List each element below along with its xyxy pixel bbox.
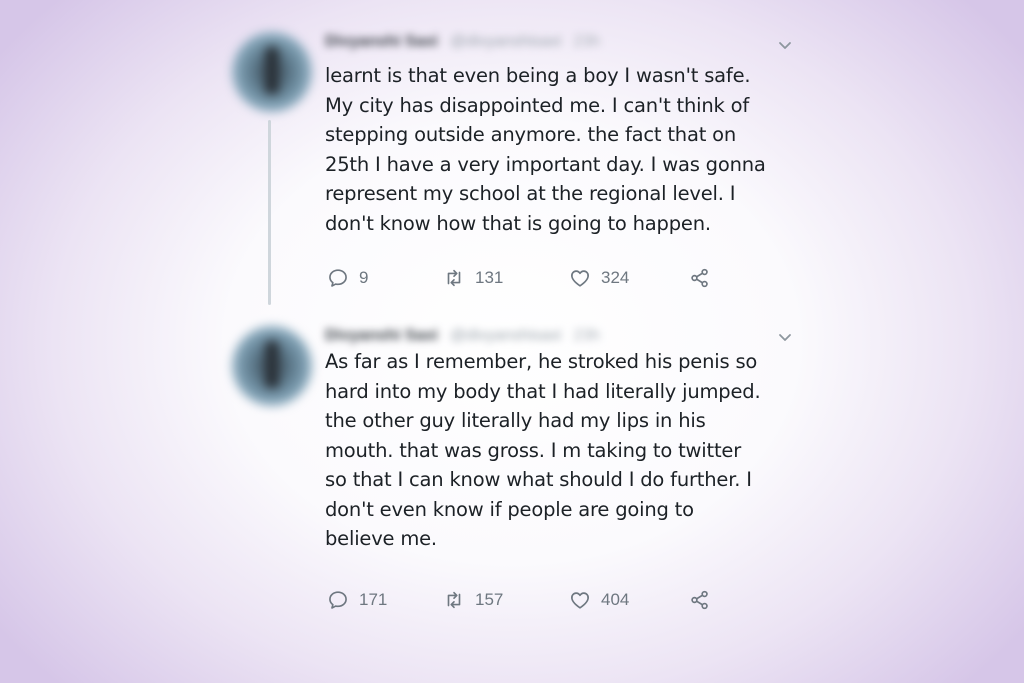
- retweet-button[interactable]: 131: [443, 263, 503, 293]
- heart-icon: [569, 589, 591, 611]
- reply-count: 171: [359, 590, 388, 609]
- share-button[interactable]: [689, 263, 711, 293]
- reply-button[interactable]: 9: [327, 263, 368, 293]
- like-count: 404: [601, 590, 630, 609]
- retweet-icon: [443, 267, 465, 289]
- avatar[interactable]: [232, 32, 312, 112]
- share-icon: [689, 267, 711, 289]
- share-icon: [689, 589, 711, 611]
- heart-icon: [569, 267, 591, 289]
- chevron-down-icon[interactable]: [776, 36, 794, 54]
- tweet-thread: Divyanshi Saxi @divyanshisaxi 23h learnt…: [0, 0, 1024, 683]
- author-handle[interactable]: @divyanshisaxi: [450, 33, 561, 51]
- avatar-figure: [265, 340, 279, 388]
- retweet-icon: [443, 589, 465, 611]
- author-handle[interactable]: @divyanshisaxi: [450, 327, 561, 345]
- thread-connector-line: [268, 120, 271, 305]
- tweet-header: Divyanshi Saxi @divyanshisaxi 23h: [325, 32, 600, 52]
- chevron-down-icon[interactable]: [776, 328, 794, 346]
- avatar-figure: [265, 46, 279, 94]
- reply-icon: [327, 267, 349, 289]
- share-button[interactable]: [689, 585, 711, 615]
- like-count: 324: [601, 268, 630, 287]
- retweet-button[interactable]: 157: [443, 585, 503, 615]
- like-button[interactable]: 324: [569, 263, 629, 293]
- tweet-timestamp[interactable]: 23h: [573, 327, 600, 345]
- reply-button[interactable]: 171: [327, 585, 387, 615]
- avatar[interactable]: [232, 326, 312, 406]
- tweet-text: As far as I remember, he stroked his pen…: [325, 350, 761, 550]
- tweet-header: Divyanshi Saxi @divyanshisaxi 23h: [325, 326, 600, 346]
- tweet-timestamp[interactable]: 23h: [573, 33, 600, 51]
- tweet-actions: 171 157 404: [327, 585, 747, 615]
- like-button[interactable]: 404: [569, 585, 629, 615]
- tweet-actions: 9 131 324: [327, 263, 747, 293]
- retweet-count: 131: [475, 268, 504, 287]
- author-name[interactable]: Divyanshi Saxi: [325, 327, 438, 345]
- tweet-text: learnt is that even being a boy I wasn't…: [325, 64, 766, 235]
- reply-icon: [327, 589, 349, 611]
- retweet-count: 157: [475, 590, 504, 609]
- author-name[interactable]: Divyanshi Saxi: [325, 33, 438, 51]
- reply-count: 9: [359, 268, 369, 287]
